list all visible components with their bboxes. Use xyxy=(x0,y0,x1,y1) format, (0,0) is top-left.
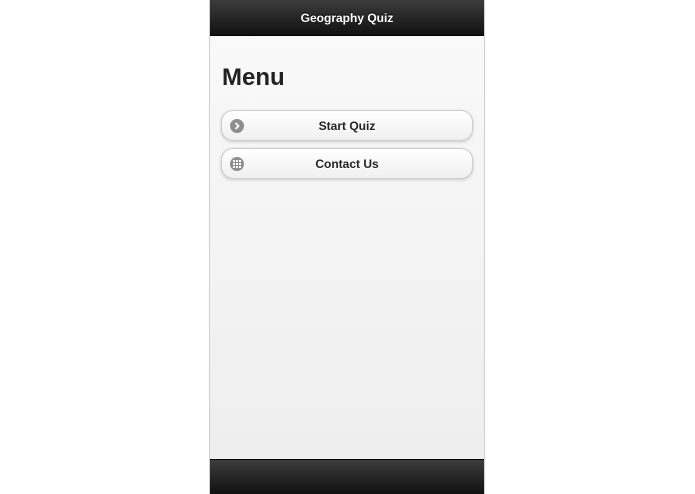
start-quiz-button[interactable]: Start Quiz xyxy=(221,110,473,141)
grid-icon xyxy=(230,157,244,171)
arrow-right-circle-icon xyxy=(230,119,244,133)
contact-us-button[interactable]: Contact Us xyxy=(221,148,473,179)
app-screen: Geography Quiz Menu Start Quiz Contact U… xyxy=(209,0,485,494)
header-bar: Geography Quiz xyxy=(210,0,484,36)
footer-bar xyxy=(210,459,484,494)
start-quiz-label: Start Quiz xyxy=(318,118,376,133)
main-content: Menu Start Quiz Contact Us xyxy=(210,36,484,460)
page-title: Menu xyxy=(222,64,285,91)
contact-us-label: Contact Us xyxy=(315,156,379,171)
app-title: Geography Quiz xyxy=(300,10,394,25)
